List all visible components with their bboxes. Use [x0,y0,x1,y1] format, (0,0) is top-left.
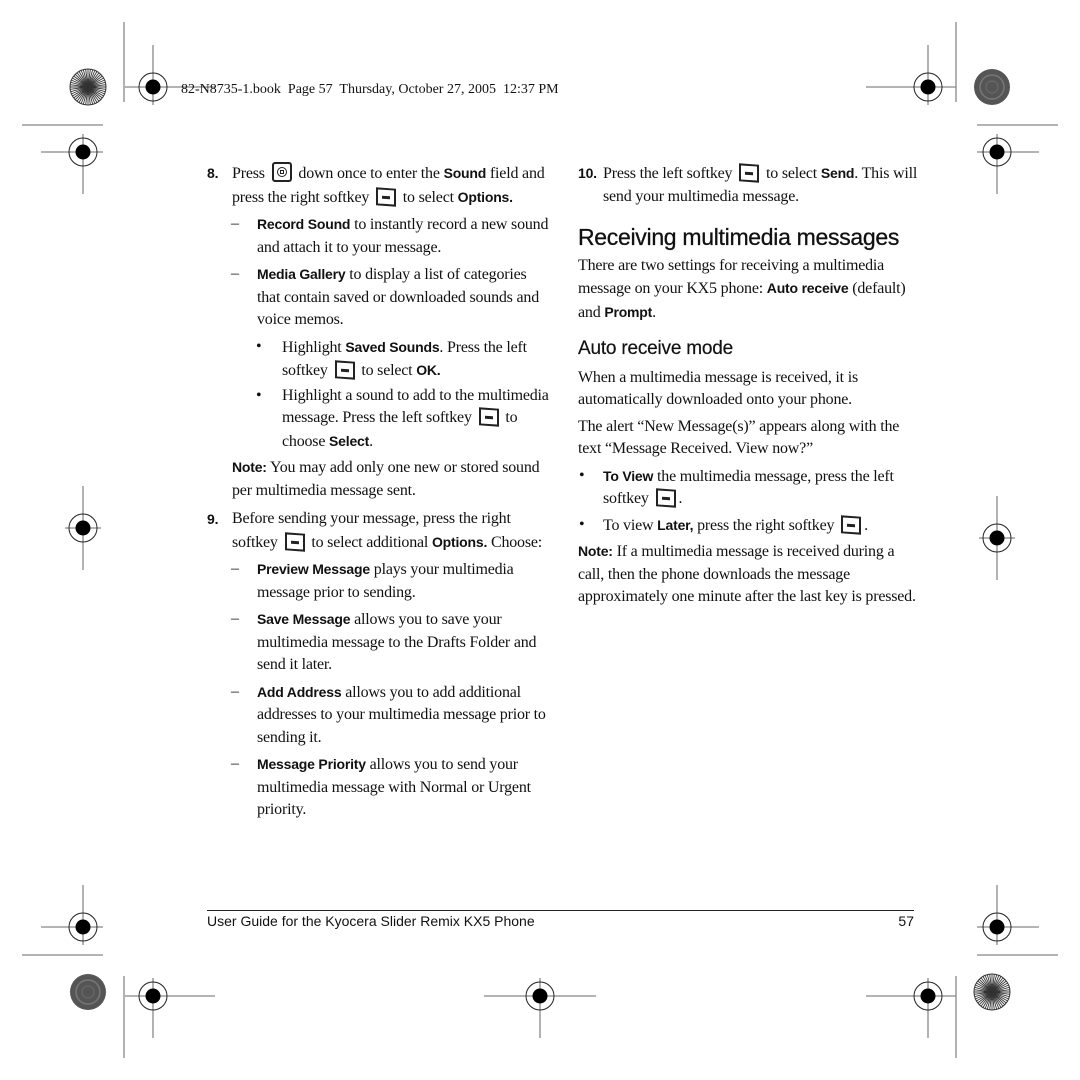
bold-term: Send [820,165,855,181]
softkey-icon [478,407,499,427]
step-10: 10. Press the left softkey to select Sen… [578,162,923,208]
bullet-item: • Highlight a sound to add to the multim… [256,386,549,450]
bullet-item: • Highlight Saved Sounds. Press the left… [256,337,527,380]
bold-term: Message Priority [257,756,366,772]
softkey-icon [334,360,355,380]
note: Note: If a multimedia message is receive… [578,543,916,605]
page-number: 57 [898,913,914,929]
step-number: 10. [578,165,597,181]
list-item: – Message Priority allows you to send yo… [231,755,531,818]
list-item: – Save Message allows you to save your m… [231,610,537,673]
left-column: 8. Press down once to enter the Sound fi… [207,162,552,826]
navigation-key-icon [271,162,292,182]
gray-dot-target-icon [974,69,1010,105]
bold-term: To View [603,467,654,484]
paragraph: The alert “New Message(s)” appears along… [578,417,900,458]
step-number: 8. [207,165,219,181]
bold-term: Options. [431,533,488,550]
registration-crosshair-icon [484,978,596,1038]
softkey-icon [739,163,760,183]
registration-crosshair-icon [979,496,1015,580]
step-9: 9. Before sending your message, press th… [207,510,543,552]
softkey-icon [655,488,676,508]
right-column: 10. Press the left softkey to select Sen… [578,162,923,615]
softkey-icon [841,514,862,535]
bold-term: Saved Sounds [345,338,440,355]
registration-crosshair-icon [977,885,1039,945]
registration-crosshair-icon [866,45,956,105]
note-label: Note: [578,543,613,559]
softkey-icon [375,186,396,207]
bold-term: Auto receive [766,280,849,296]
bold-term: Record Sound [257,216,351,232]
registration-crosshair-icon [65,486,101,570]
gray-dot-target-icon [70,974,106,1010]
section-title: Receiving multimedia messages [578,224,900,250]
footer-guide-title: User Guide for the Kyocera Slider Remix … [207,913,535,929]
bold-term: Add Address [257,683,342,700]
registration-crosshair-icon [866,978,956,1038]
intro-paragraph: There are two settings for receiving a m… [578,256,906,321]
bold-term: Select [329,432,370,449]
bold-term: Later, [657,516,694,533]
subsection-title: Auto receive mode [578,338,734,359]
bullet-item: • To View the multimedia message, press … [579,466,894,508]
bold-term: Sound [443,165,487,181]
starburst-target-icon [69,68,107,106]
softkey-icon [284,531,305,552]
note-label: Note: [232,459,267,475]
list-item: – Add Address allows you to add addition… [231,682,546,746]
bold-term: Prompt [604,303,653,320]
bold-term: OK. [416,362,441,378]
registration-crosshair-icon [41,134,103,194]
book-header: 82-N8735-1.book Page 57 Thursday, Octobe… [181,82,559,97]
paragraph: When a multimedia message is received, i… [578,368,858,409]
registration-crosshair-icon [125,978,215,1038]
starburst-target-icon [973,973,1011,1011]
bullet-item: • To view Later, press the right softkey… [579,514,868,535]
bold-term: Media Gallery [257,266,346,282]
step-8: 8. Press down once to enter the Sound fi… [207,162,552,209]
step-number: 9. [207,511,219,527]
bold-term: Preview Message [257,561,370,577]
list-item: – Media Gallery to display a list of cat… [231,265,540,328]
registration-crosshair-icon [977,134,1039,194]
list-item: – Preview Message plays your multimedia … [231,560,514,601]
bold-term: Options. [457,188,513,205]
registration-crosshair-icon [41,885,103,945]
footer-rule [207,910,914,911]
list-item: – Record Sound to instantly record a new… [231,215,549,256]
bold-term: Save Message [257,611,351,627]
note: Note: You may add only one new or stored… [232,459,540,499]
